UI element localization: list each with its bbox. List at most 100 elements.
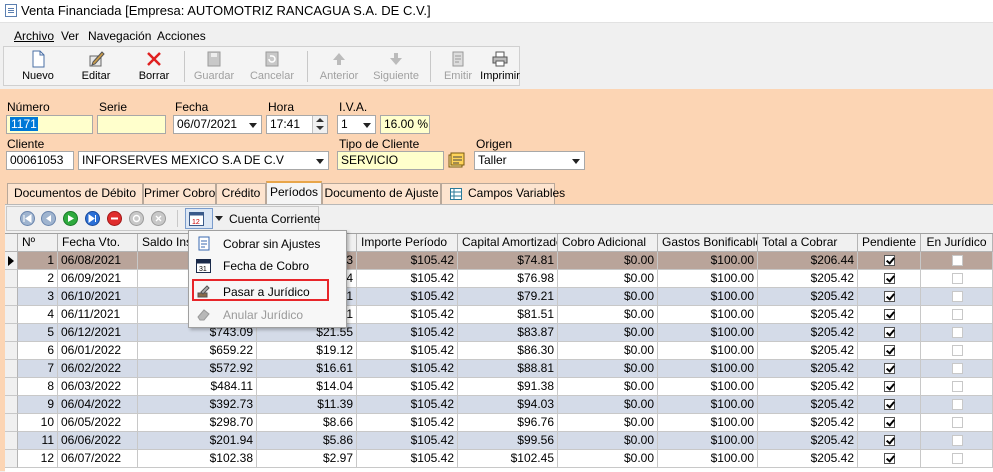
cell-saldo-insoluto[interactable]: $572.92 — [138, 360, 257, 378]
cell-numero[interactable]: 10 — [18, 414, 58, 432]
table-row[interactable]: 5 06/12/2021 $743.09 $21.55 $105.42 $83.87 $0.… — [5, 324, 993, 342]
cell-interes[interactable]: $16.61 — [257, 360, 357, 378]
col-header-pendiente[interactable]: Pendiente — [858, 234, 921, 252]
cell-fecha-vto[interactable]: 06/11/2021 — [58, 306, 138, 324]
en-juridico-checkbox[interactable] — [952, 435, 963, 446]
numero-field[interactable]: 1171 — [6, 115, 93, 134]
cell-numero[interactable]: 9 — [18, 396, 58, 414]
cell-numero[interactable]: 6 — [18, 342, 58, 360]
cell-saldo-insoluto[interactable]: $659.22 — [138, 342, 257, 360]
row-indicator[interactable] — [5, 306, 18, 324]
cell-total-a-cobrar[interactable]: $205.42 — [758, 324, 858, 342]
row-indicator[interactable] — [5, 252, 18, 270]
row-indicator[interactable] — [5, 414, 18, 432]
pendiente-checkbox[interactable] — [884, 309, 895, 320]
cell-numero[interactable]: 8 — [18, 378, 58, 396]
cell-cobro-adicional[interactable]: $0.00 — [558, 414, 658, 432]
cell-cobro-adicional[interactable]: $0.00 — [558, 450, 658, 468]
chevron-down-icon[interactable] — [311, 152, 328, 169]
cell-capital-amortizado[interactable]: $86.30 — [458, 342, 558, 360]
first-record-icon[interactable] — [20, 211, 35, 226]
en-juridico-checkbox[interactable] — [952, 453, 963, 464]
cell-saldo-insoluto[interactable]: $392.73 — [138, 396, 257, 414]
cliente-name-select[interactable]: INFORSERVES MEXICO S.A DE C.V — [78, 151, 329, 170]
cell-gastos-bonificables[interactable]: $100.00 — [658, 306, 758, 324]
row-indicator[interactable] — [5, 396, 18, 414]
row-indicator[interactable] — [5, 450, 18, 468]
iva-percent-field[interactable]: 16.00 % — [380, 115, 430, 134]
pendiente-checkbox[interactable] — [884, 399, 895, 410]
cell-cobro-adicional[interactable]: $0.00 — [558, 306, 658, 324]
cell-total-a-cobrar[interactable]: $206.44 — [758, 252, 858, 270]
tab-primer-cobro[interactable]: Primer Cobro — [143, 183, 216, 204]
cell-importe-periodo[interactable]: $105.42 — [357, 252, 458, 270]
cell-total-a-cobrar[interactable]: $205.42 — [758, 450, 858, 468]
cancel-circle-icon[interactable] — [151, 211, 166, 226]
col-header-fecha-vto[interactable]: Fecha Vto. — [58, 234, 138, 252]
play-icon[interactable] — [63, 211, 78, 226]
cell-saldo-insoluto[interactable]: $298.70 — [138, 414, 257, 432]
cell-saldo-insoluto[interactable]: $484.11 — [138, 378, 257, 396]
col-header-gastos-bonificables[interactable]: Gastos Bonificables — [658, 234, 758, 252]
table-row[interactable]: 10 06/05/2022 $298.70 $8.66 $105.42 $96.76 $0.… — [5, 414, 993, 432]
cell-importe-periodo[interactable]: $105.42 — [357, 450, 458, 468]
cell-capital-amortizado[interactable]: $96.76 — [458, 414, 558, 432]
cell-importe-periodo[interactable]: $105.42 — [357, 342, 458, 360]
cell-gastos-bonificables[interactable]: $100.00 — [658, 414, 758, 432]
imprimir-button[interactable]: Imprimir — [480, 47, 520, 85]
menu-ver[interactable]: Ver — [61, 29, 79, 43]
editar-button[interactable]: Editar — [74, 47, 118, 85]
cell-saldo-insoluto[interactable]: $102.38 — [138, 450, 257, 468]
cell-gastos-bonificables[interactable]: $100.00 — [658, 252, 758, 270]
pendiente-checkbox[interactable] — [884, 291, 895, 302]
cell-fecha-vto[interactable]: 06/07/2022 — [58, 450, 138, 468]
tab-campos-variables[interactable]: Campos Variables — [441, 183, 565, 204]
tipo-cliente-field[interactable]: SERVICIO — [337, 151, 444, 170]
en-juridico-checkbox[interactable] — [952, 345, 963, 356]
cell-importe-periodo[interactable]: $105.42 — [357, 360, 458, 378]
cell-capital-amortizado[interactable]: $91.38 — [458, 378, 558, 396]
cell-numero[interactable]: 4 — [18, 306, 58, 324]
cell-cobro-adicional[interactable]: $0.00 — [558, 360, 658, 378]
table-row[interactable]: 6 06/01/2022 $659.22 $19.12 $105.42 $86.30 $0.… — [5, 342, 993, 360]
cell-gastos-bonificables[interactable]: $100.00 — [658, 288, 758, 306]
fecha-field[interactable]: 06/07/2021 — [173, 115, 262, 134]
nuevo-button[interactable]: Nuevo — [16, 47, 60, 85]
pendiente-checkbox[interactable] — [884, 345, 895, 356]
emitir-button[interactable]: Emitir — [438, 47, 478, 85]
cell-numero[interactable]: 5 — [18, 324, 58, 342]
spinner-icon[interactable] — [312, 116, 327, 133]
col-header-numero[interactable]: Nº — [18, 234, 58, 252]
table-row[interactable]: 8 06/03/2022 $484.11 $14.04 $105.42 $91.38 $0.… — [5, 378, 993, 396]
cell-cobro-adicional[interactable]: $0.00 — [558, 342, 658, 360]
cell-saldo-insoluto[interactable]: $201.94 — [138, 432, 257, 450]
cell-capital-amortizado[interactable]: $79.21 — [458, 288, 558, 306]
row-indicator[interactable] — [5, 324, 18, 342]
en-juridico-checkbox[interactable] — [952, 399, 963, 410]
menu-acciones[interactable]: Acciones — [157, 29, 206, 43]
refresh-icon[interactable] — [129, 211, 144, 226]
borrar-button[interactable]: Borrar — [132, 47, 176, 85]
cell-numero[interactable]: 3 — [18, 288, 58, 306]
origen-select[interactable]: Taller — [474, 151, 585, 170]
cell-fecha-vto[interactable]: 06/12/2021 — [58, 324, 138, 342]
cell-gastos-bonificables[interactable]: $100.00 — [658, 342, 758, 360]
cell-interes[interactable]: $11.39 — [257, 396, 357, 414]
cell-total-a-cobrar[interactable]: $205.42 — [758, 360, 858, 378]
row-indicator[interactable] — [5, 270, 18, 288]
col-header-importe-periodo[interactable]: Importe Período — [357, 234, 458, 252]
cell-importe-periodo[interactable]: $105.42 — [357, 324, 458, 342]
tab-periodos[interactable]: Períodos — [266, 181, 322, 205]
row-indicator[interactable] — [5, 288, 18, 306]
hora-field[interactable]: 17:41 — [266, 115, 328, 134]
siguiente-button[interactable]: Siguiente — [370, 47, 422, 85]
en-juridico-checkbox[interactable] — [952, 417, 963, 428]
cell-fecha-vto[interactable]: 06/04/2022 — [58, 396, 138, 414]
cell-gastos-bonificables[interactable]: $100.00 — [658, 450, 758, 468]
cell-gastos-bonificables[interactable]: $100.00 — [658, 396, 758, 414]
col-header-capital-amortizado[interactable]: Capital Amortizado — [458, 234, 558, 252]
cell-cobro-adicional[interactable]: $0.00 — [558, 432, 658, 450]
client-type-icon[interactable] — [448, 152, 465, 169]
col-header-total-a-cobrar[interactable]: Total a Cobrar — [758, 234, 858, 252]
row-indicator[interactable] — [5, 378, 18, 396]
